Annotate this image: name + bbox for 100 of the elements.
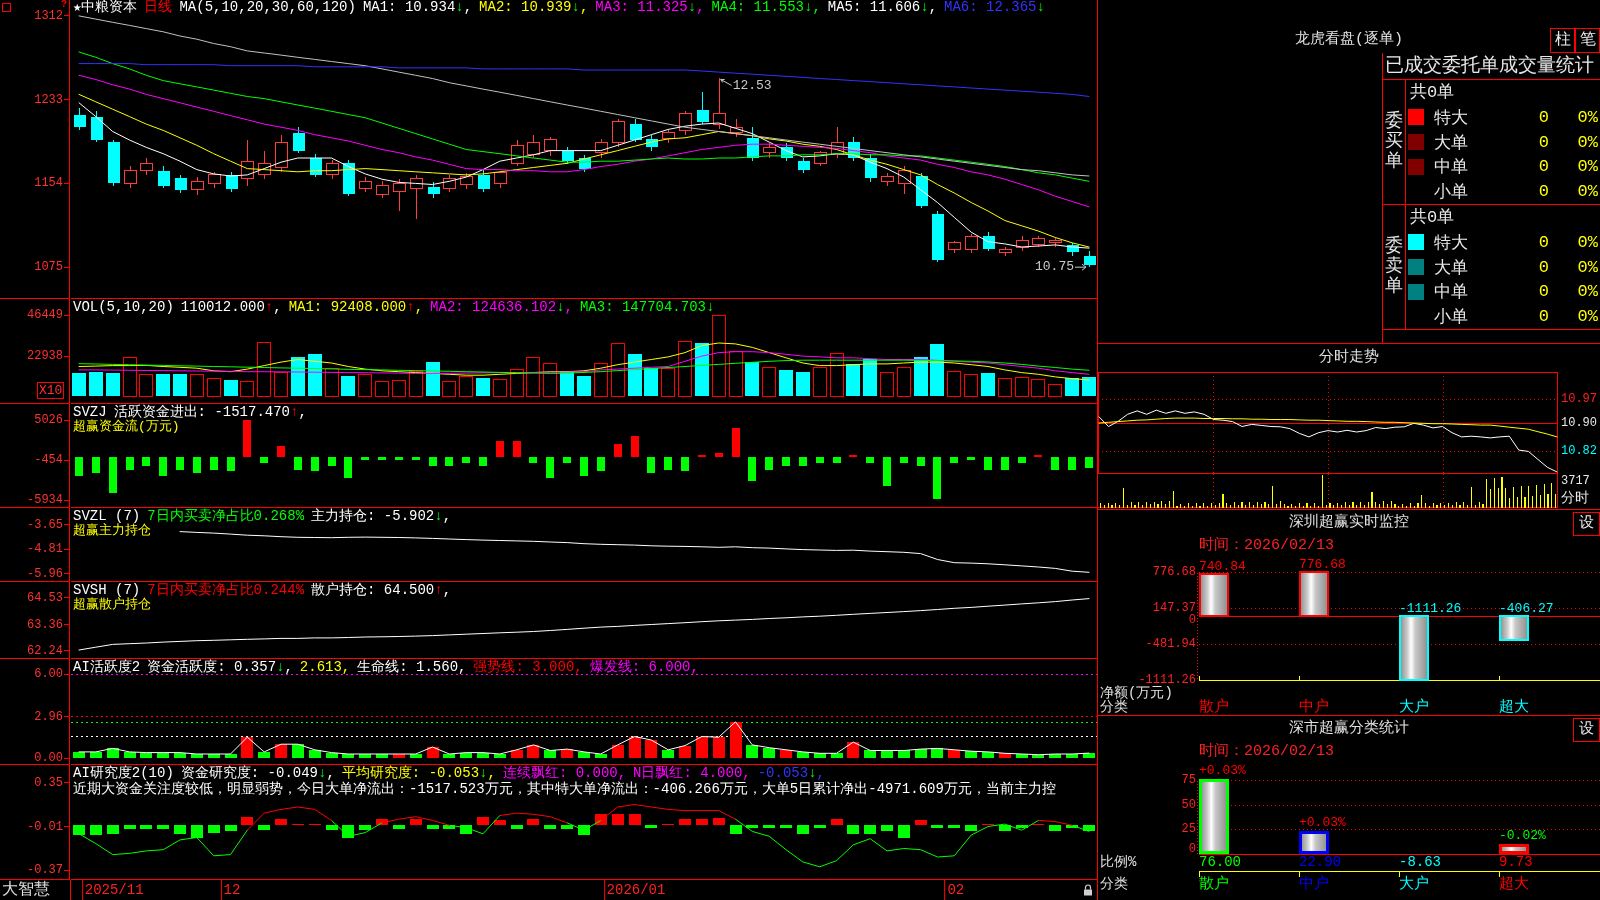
category-label: 中户: [1299, 700, 1329, 715]
net-amount-bar: [1299, 571, 1329, 618]
activity-bar: [730, 721, 742, 759]
lock-icon: [1083, 884, 1093, 896]
activity-bar: [326, 752, 338, 759]
fund-flow-bar: [833, 456, 841, 463]
fund-flow-bar: [933, 456, 941, 500]
value-label: -8.63: [1399, 855, 1441, 870]
fund-flow-bar: [227, 456, 235, 472]
volume-bar: [106, 373, 120, 396]
fund-flow-bar: [950, 456, 958, 463]
research-bar: [410, 819, 422, 826]
activity-bar: [511, 749, 523, 759]
order-percent: 0%: [1577, 132, 1598, 152]
change-label: +0.03%: [1299, 816, 1346, 831]
fund-flow-bar: [395, 456, 403, 460]
panel-title: 龙虎看盘(逐单): [1295, 31, 1403, 49]
volume-bar: [543, 363, 557, 397]
volume-bar: [964, 373, 978, 397]
axis-tick-label: 64.53: [27, 591, 69, 604]
net-amount-bar: [1499, 615, 1529, 641]
volume-bar: [341, 376, 355, 396]
candlestick: [915, 172, 928, 209]
fund-flow-bar: [732, 427, 740, 457]
axis-title: 分类: [1100, 877, 1128, 892]
order-count: 0: [1538, 107, 1549, 127]
research-bar: [527, 819, 539, 826]
view-toggle-button[interactable]: 笔: [1575, 28, 1600, 53]
candlestick: [527, 134, 540, 159]
indicator-label: 散户持仓: 64.500↑,: [311, 583, 452, 598]
research-bar: [965, 825, 977, 832]
research-bar: [629, 814, 641, 826]
volume-bar: [796, 372, 810, 396]
candlestick: [73, 107, 86, 131]
fund-flow-bar: [92, 456, 100, 473]
order-percent: 0%: [1577, 182, 1598, 202]
order-count: 0: [1538, 232, 1549, 252]
ratio-bar: [1299, 831, 1329, 854]
timestamp: 时间：2026/02/13: [1199, 537, 1334, 554]
research-bar: [713, 817, 725, 826]
activity-bar: [864, 750, 876, 759]
commentary-text: 近期大资金关注度较低，明显弱势，今日大单净流出：-1517.523万元，其中特大单净流出：-406.266万元，大单5日累计净出-4971.609万元，当前主力控: [73, 781, 1056, 797]
activity-bar: [544, 750, 556, 759]
indicator-subtitle: 超赢主力持仓: [73, 523, 151, 538]
candlestick: [847, 136, 860, 162]
volume-bar: [224, 379, 238, 396]
candlestick: [831, 126, 844, 159]
research-bar: [359, 825, 371, 831]
indicator-label: VOL(5,10,20): [73, 300, 174, 315]
research-bar: [831, 819, 843, 826]
value-label: -1111.26: [1399, 602, 1462, 617]
research-bar: [679, 819, 691, 826]
volume-bar: [493, 379, 507, 397]
settings-button[interactable]: 设: [1573, 512, 1600, 536]
order-count: 0: [1538, 132, 1549, 152]
fund-flow-bar: [75, 456, 83, 476]
candlestick: [225, 171, 238, 193]
value-label: 22.90: [1299, 855, 1341, 870]
indicator-label: N日飘红: 4.000,: [633, 766, 751, 781]
activity-bar: [174, 752, 186, 759]
volume-bar: [308, 353, 322, 396]
axis-title: 比例%: [1100, 855, 1137, 870]
axis-tick-label: 50: [1180, 798, 1196, 811]
activity-bar: [612, 744, 624, 759]
fund-flow-bar: [799, 456, 807, 466]
order-percent: 0%: [1577, 282, 1598, 302]
fund-flow-bar: [614, 443, 622, 457]
volume-bar: [930, 343, 944, 396]
candlestick: [410, 174, 423, 220]
indicator-label: 资金活跃度: 0.357↓,: [147, 660, 293, 675]
axis-tick-label: 10.90: [1561, 416, 1597, 430]
candlestick: [561, 146, 574, 165]
indicator-label: SVZJ: [73, 405, 107, 420]
order-size-label: 特大: [1434, 107, 1468, 129]
volume-bar: [291, 357, 305, 396]
volume-bar: [577, 376, 591, 396]
candlestick: [1083, 250, 1096, 268]
view-toggle-button[interactable]: 柱: [1550, 28, 1575, 53]
research-bar: [393, 825, 405, 829]
volume-bar: [409, 370, 423, 397]
fund-flow-bar: [176, 456, 184, 470]
research-bar: [427, 825, 439, 829]
candlestick: [107, 139, 120, 187]
indicator-label: MA3: 11.325↓,: [595, 0, 705, 15]
activity-bar: [1066, 754, 1078, 759]
indicator-label: SVSH (7): [73, 583, 141, 598]
research-bar: [191, 825, 203, 838]
candlestick: [241, 139, 254, 187]
volume-max-label: 3717: [1561, 474, 1590, 488]
fund-flow-bar: [513, 440, 521, 457]
volume-bar: [392, 380, 406, 397]
fund-flow-bar: [361, 456, 369, 460]
fund-flow-bar: [1068, 456, 1076, 470]
activity-bar: [948, 749, 960, 759]
settings-button[interactable]: 设: [1573, 718, 1600, 742]
indicator-label: MA2: 10.939↓,: [479, 0, 589, 15]
candlestick: [460, 172, 473, 190]
volume-bar: [594, 362, 608, 397]
volume-bar: [526, 356, 540, 397]
activity-bar: [258, 751, 270, 759]
